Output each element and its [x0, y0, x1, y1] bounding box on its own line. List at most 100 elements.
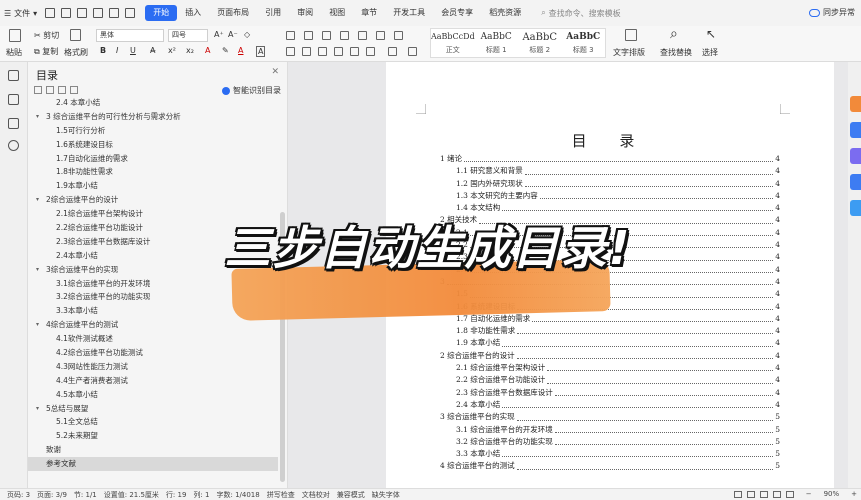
char-border-button[interactable]: A — [256, 46, 266, 57]
select-button[interactable]: 选择 — [702, 47, 718, 58]
toc-item[interactable]: ▾ 3 综合运维平台的可行性分析与需求分析 — [28, 110, 278, 124]
toc-entry[interactable]: 1.2 国内外研究现状 4 — [440, 178, 780, 190]
bullet-list-icon[interactable] — [286, 31, 295, 40]
toc-item[interactable]: ▾ 4综合运维平台的测试 — [28, 318, 278, 332]
status-page[interactable]: 页面: 3/9 — [37, 490, 67, 500]
tab-docer[interactable]: 稻壳资源 — [481, 5, 529, 21]
eye-icon[interactable] — [733, 490, 742, 498]
chinese-layout-icon[interactable] — [358, 31, 367, 40]
toc-item[interactable]: 4.3网站性能压力测试 — [28, 360, 278, 374]
strikethrough-button[interactable]: A̶ — [150, 46, 155, 55]
align-left-icon[interactable] — [286, 47, 295, 56]
toc-entry[interactable]: 1.3 本文研究的主要内容 4 — [440, 190, 780, 202]
distribute-icon[interactable] — [350, 47, 359, 56]
tab-view[interactable]: 视图 — [321, 5, 353, 21]
status-word-count[interactable]: 字数: 1/4018 — [216, 490, 259, 500]
paste-button[interactable]: 粘贴 — [6, 47, 22, 58]
toc-panel-icon[interactable] — [8, 70, 19, 81]
toc-entry[interactable]: 2.1 综合运维平台架构设计 4 — [440, 362, 780, 374]
superscript-button[interactable]: x² — [168, 46, 176, 55]
justify-icon[interactable] — [334, 47, 343, 56]
toc-item[interactable]: 5.1全文总结 — [28, 415, 278, 429]
font-name-select[interactable]: 黑体 — [96, 29, 164, 42]
close-icon[interactable]: ✕ — [271, 67, 279, 77]
cut-button[interactable]: ✂ 剪切 — [34, 30, 59, 41]
file-menu[interactable]: ☰ 文件 ▾ — [4, 8, 37, 19]
toc-entry[interactable]: 1.7 自动化运维的需求 4 — [440, 313, 780, 325]
paste-icon[interactable] — [9, 29, 21, 42]
toc-entry[interactable]: 2 综合运维平台的设计 4 — [440, 350, 780, 362]
toc-entry[interactable]: 3.2 综合运维平台的功能实现 5 — [440, 436, 780, 448]
tab-developer[interactable]: 开发工具 — [385, 5, 433, 21]
font-color-button[interactable]: A — [238, 46, 243, 55]
text-layout-button[interactable]: 文字排版 — [613, 47, 645, 58]
page-view-icon[interactable] — [746, 490, 755, 498]
chevron-down-icon[interactable]: ▾ — [36, 318, 39, 332]
toc-entry[interactable]: 2.2 综合运维平台功能设计 4 — [440, 374, 780, 386]
font-grow-button[interactable]: A⁺ — [214, 30, 224, 39]
smart-recognize-toc-button[interactable]: 智能识别目录 — [222, 85, 281, 96]
export-icon[interactable] — [61, 8, 72, 18]
clear-format-icon[interactable]: ◇ — [244, 30, 250, 39]
borders-icon[interactable] — [408, 47, 417, 56]
collapse-icon[interactable] — [34, 86, 42, 94]
find-replace-button[interactable]: 查找替换 — [660, 47, 692, 58]
align-center-icon[interactable] — [302, 47, 311, 56]
align-right-icon[interactable] — [318, 47, 327, 56]
zoom-in-icon[interactable]: + — [851, 490, 857, 498]
toc-entry[interactable]: 2.4 本章小结 4 — [440, 399, 780, 411]
toc-item[interactable]: ▾ 2综合运维平台的设计 — [28, 193, 278, 207]
style-normal[interactable]: AaBbCcDd 正文 — [431, 29, 475, 57]
underline-button[interactable]: U — [130, 46, 136, 55]
right-tool-5-icon[interactable] — [850, 200, 861, 216]
status-spell-check[interactable]: 拼写检查 — [267, 490, 295, 500]
format-painter-button[interactable]: 格式刷 — [64, 47, 88, 58]
zoom-level[interactable]: 90% — [824, 490, 840, 498]
text-layout-icon[interactable] — [625, 29, 637, 41]
toc-item[interactable]: 1.7自动化运维的需求 — [28, 152, 278, 166]
toc-item[interactable]: 1.5可行行分析 — [28, 124, 278, 138]
sync-status[interactable]: 同步异常 — [809, 7, 855, 18]
chevron-down-icon[interactable]: ▾ — [36, 263, 39, 277]
format-painter-icon[interactable] — [70, 29, 81, 41]
tab-review[interactable]: 审阅 — [289, 5, 321, 21]
line-spacing-icon[interactable] — [366, 47, 375, 56]
text-effect-button[interactable]: A — [205, 46, 210, 55]
font-size-select[interactable]: 四号 — [168, 29, 208, 42]
chevron-down-icon[interactable]: ▾ — [36, 193, 39, 207]
toc-entry[interactable]: 1.8 非功能性需求 4 — [440, 325, 780, 337]
save-icon[interactable] — [45, 8, 56, 18]
font-shrink-button[interactable]: A⁻ — [228, 30, 238, 39]
undo-icon[interactable] — [109, 8, 120, 18]
right-tool-4-icon[interactable] — [850, 174, 861, 190]
chevron-down-icon[interactable]: ▾ — [36, 110, 39, 124]
tab-home[interactable]: 开始 — [145, 5, 178, 21]
copy-button[interactable]: ⧉ 复制 — [34, 46, 58, 57]
indent-icon[interactable] — [340, 31, 349, 40]
command-search[interactable]: ⌕ 查找命令、搜索模板 — [541, 8, 620, 19]
toc-entry[interactable]: 3 综合运维平台的实现 5 — [440, 411, 780, 423]
redo-icon[interactable] — [125, 8, 136, 18]
toc-item[interactable]: 4.5本章小结 — [28, 388, 278, 402]
print-icon[interactable] — [77, 8, 88, 18]
right-tool-3-icon[interactable] — [850, 148, 861, 164]
expand-icon[interactable] — [46, 86, 54, 94]
toc-item[interactable]: 1.8非功能性需求 — [28, 165, 278, 179]
toc-item[interactable]: 1.6系统建设目标 — [28, 138, 278, 152]
tab-page-layout[interactable]: 页面布局 — [209, 5, 257, 21]
find-icon[interactable]: ⌕ — [670, 26, 678, 42]
toc-item[interactable]: 4.1软件测试概述 — [28, 332, 278, 346]
tab-chapter[interactable]: 章节 — [353, 5, 385, 21]
right-tool-2-icon[interactable] — [850, 122, 861, 138]
toc-entry[interactable]: 1.1 研究意义和背景 4 — [440, 165, 780, 177]
outline-view-icon[interactable] — [759, 490, 768, 498]
highlight-button[interactable]: ✎ — [222, 46, 229, 55]
bold-button[interactable]: B — [100, 46, 106, 55]
style-heading-1[interactable]: AaBbC 标题 1 — [475, 29, 519, 57]
search-icon[interactable] — [8, 140, 19, 151]
toc-item[interactable]: 4.2综合运维平台功能测试 — [28, 346, 278, 360]
outdent-icon[interactable] — [322, 31, 331, 40]
toc-item[interactable]: 5.2未来期望 — [28, 429, 278, 443]
toc-entry[interactable]: 3.3 本章小结 5 — [440, 448, 780, 460]
style-heading-2[interactable]: AaBbC 标题 2 — [518, 29, 562, 57]
